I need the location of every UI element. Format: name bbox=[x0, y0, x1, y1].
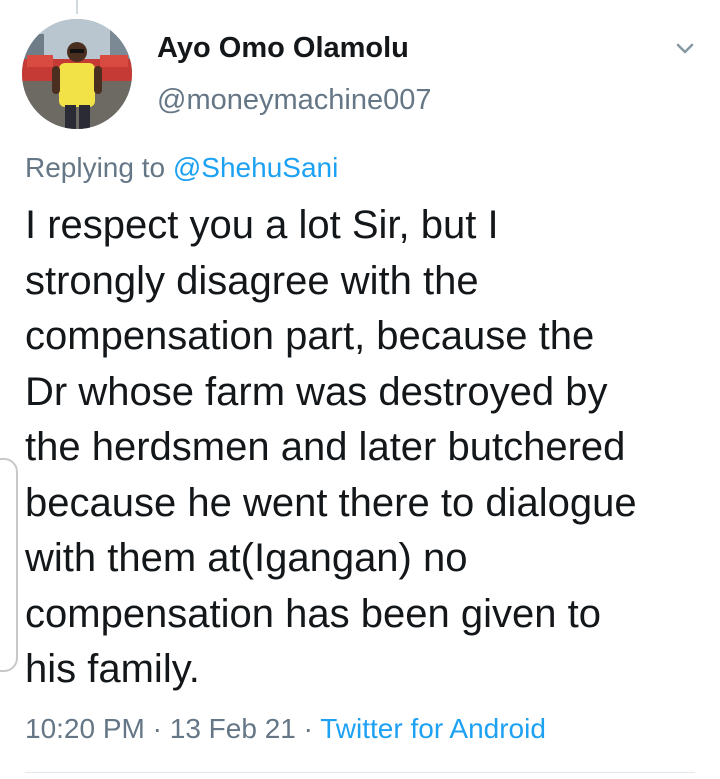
tweet-text-line: compensation part, because the bbox=[25, 314, 595, 358]
tweet-author: Ayo Omo Olamolu @moneymachine007 bbox=[157, 30, 431, 118]
reply-to-mention[interactable]: @ShehuSani bbox=[173, 152, 338, 183]
tweet-source-link[interactable]: Twitter for Android bbox=[320, 713, 546, 744]
tweet-text-line: with them at(Igangan) no bbox=[25, 536, 468, 580]
replying-to: Replying to @ShehuSani bbox=[25, 150, 338, 186]
tweet-text-line: strongly disagree with the bbox=[25, 258, 479, 303]
tweet-text-line: because he went there to dialogue bbox=[25, 480, 637, 525]
avatar[interactable] bbox=[22, 19, 132, 129]
tweet-text: I respect you a lot Sir, but I strongly … bbox=[25, 198, 705, 698]
meta-separator: · bbox=[295, 713, 321, 744]
chevron-down-icon[interactable] bbox=[670, 34, 700, 64]
divider bbox=[25, 772, 695, 773]
thread-connector-line bbox=[76, 0, 78, 14]
replying-to-label: Replying to bbox=[25, 152, 173, 183]
tweet-text-line: compensation has been given to bbox=[25, 591, 601, 636]
meta-separator: · bbox=[144, 713, 170, 744]
author-display-name[interactable]: Ayo Omo Olamolu bbox=[157, 30, 431, 66]
tweet-metadata: 10:20 PM · 13 Feb 21 · Twitter for Andro… bbox=[25, 711, 546, 747]
side-panel-edge[interactable] bbox=[0, 458, 18, 672]
tweet-text-line: I respect you a lot Sir, but I bbox=[25, 203, 499, 247]
author-handle[interactable]: @moneymachine007 bbox=[157, 82, 431, 118]
tweet-text-line: Dr whose farm was destroyed by bbox=[25, 369, 608, 414]
tweet-text-line: the herdsmen and later butchered bbox=[25, 425, 626, 469]
tweet-time[interactable]: 10:20 PM bbox=[25, 713, 145, 744]
tweet-text-line: his family. bbox=[25, 647, 200, 691]
tweet-date[interactable]: 13 Feb 21 bbox=[170, 713, 296, 744]
